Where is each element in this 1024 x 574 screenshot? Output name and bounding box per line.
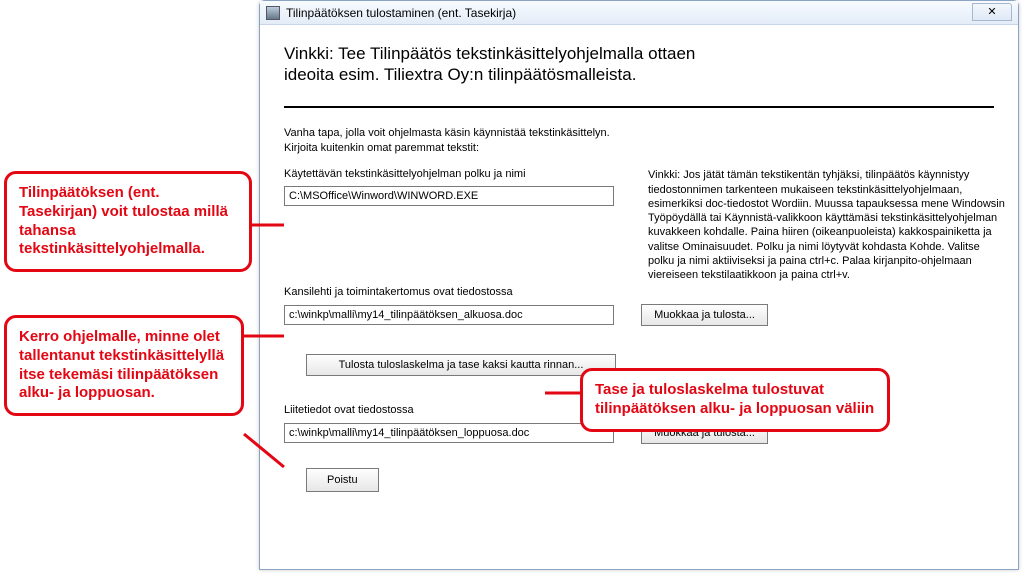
close-button[interactable]: ✕: [972, 3, 1012, 21]
callout1-text: Tilinpäätöksen (ent. Tasekirjan) voit tu…: [19, 184, 228, 257]
input-wp-path[interactable]: [284, 186, 614, 206]
window-title: Tilinpäätöksen tulostaminen (ent. Taseki…: [286, 6, 516, 20]
callout-any-wordprocessor: Tilinpäätöksen (ent. Tasekirjan) voit tu…: [4, 171, 252, 272]
print-pl-bs-button[interactable]: Tulosta tuloslaskelma ja tase kaksi kaut…: [306, 354, 616, 376]
dialog-window: Tilinpäätöksen tulostaminen (ent. Taseki…: [259, 0, 1019, 570]
hint-line1: Vinkki: Tee Tilinpäätös tekstinkäsittely…: [284, 44, 695, 63]
callout-pl-bs-order: Tase ja tuloslaskelma tulostuvat tilinpä…: [580, 368, 890, 432]
titlebar: Tilinpäätöksen tulostaminen (ent. Taseki…: [260, 1, 1018, 25]
divider: [284, 106, 994, 108]
section-cover-toc: Kansilehti ja toimintakertomus ovat tied…: [284, 286, 994, 326]
hint-line2: ideoita esim. Tiliextra Oy:n tilinpäätös…: [284, 65, 636, 84]
exit-row: Poistu: [306, 468, 994, 492]
app-icon: [266, 6, 280, 20]
exit-button[interactable]: Poistu: [306, 468, 379, 492]
label-cover-file: Kansilehti ja toimintakertomus ovat tied…: [284, 286, 994, 298]
callout2-text: Kerro ohjelmalle, minne olet tallentanut…: [19, 328, 224, 401]
subtext: Vanha tapa, jolla voit ohjelmasta käsin …: [284, 126, 994, 157]
subtext-line1: Vanha tapa, jolla voit ohjelmasta käsin …: [284, 127, 610, 139]
hint-wp-path: Vinkki: Jos jätät tämän tekstikentän tyh…: [648, 168, 1008, 282]
input-cover-file[interactable]: [284, 305, 614, 325]
hint-text: Vinkki: Tee Tilinpäätös tekstinkäsittely…: [284, 43, 994, 86]
section-wordprocessor-path: Käytettävän tekstinkäsittelyohjelman pol…: [284, 168, 994, 206]
input-notes-file[interactable]: [284, 423, 614, 443]
edit-print-cover-button[interactable]: Muokkaa ja tulosta...: [641, 304, 768, 326]
callout3-text: Tase ja tuloslaskelma tulostuvat tilinpä…: [595, 381, 874, 417]
callout-file-locations: Kerro ohjelmalle, minne olet tallentanut…: [4, 315, 244, 416]
subtext-line2: Kirjoita kuitenkin omat paremmat tekstit…: [284, 142, 479, 154]
